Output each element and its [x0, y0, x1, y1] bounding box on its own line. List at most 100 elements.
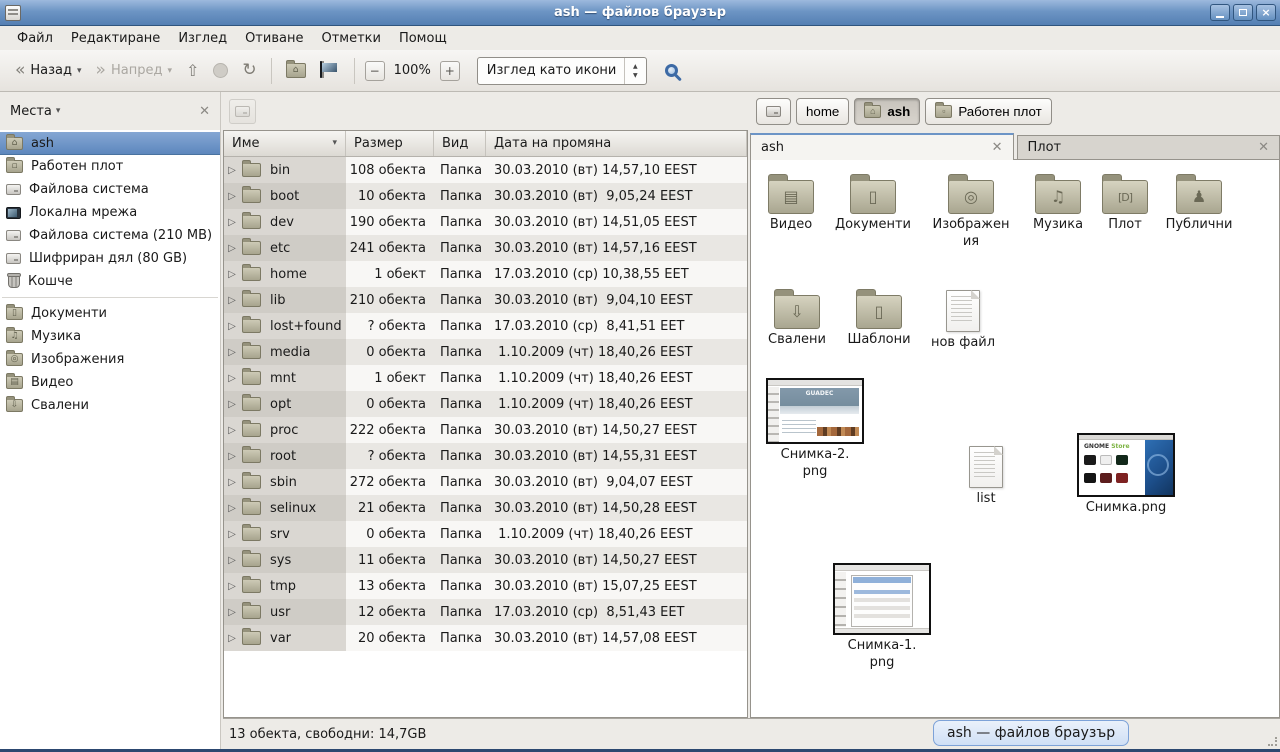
- table-row[interactable]: ▷lost+found? обектаПапка17.03.2010 (ср) …: [224, 313, 747, 339]
- tab-close-icon[interactable]: ✕: [992, 140, 1003, 155]
- home-button[interactable]: ⌂: [279, 59, 313, 82]
- table-row[interactable]: ▷boot10 обектаПапка30.03.2010 (вт) 9,05,…: [224, 183, 747, 209]
- expander-icon[interactable]: ▷: [224, 347, 240, 358]
- minimize-button[interactable]: [1210, 4, 1230, 21]
- stop-button[interactable]: [206, 59, 235, 82]
- sidebar-title[interactable]: Места: [10, 104, 52, 119]
- maximize-button[interactable]: [1233, 4, 1253, 21]
- sidebar-item-downloads[interactable]: ⇩Свалени: [0, 394, 220, 417]
- tab-Плот[interactable]: Плот✕: [1017, 135, 1280, 159]
- file-label: Документи: [835, 217, 911, 234]
- up-button[interactable]: ⇧: [179, 59, 206, 83]
- sidebar-item-drive[interactable]: Файлова система (210 MB): [0, 224, 220, 247]
- table-row[interactable]: ▷etc241 обектаПапка30.03.2010 (вт) 14,57…: [224, 235, 747, 261]
- root-path-button[interactable]: [229, 99, 256, 124]
- zoom-in-button[interactable]: +: [440, 61, 460, 81]
- search-icon[interactable]: [665, 64, 678, 77]
- sidebar-item-desktop[interactable]: ▫Работен плот: [0, 155, 220, 178]
- path-button-ash[interactable]: ⌂ash: [854, 98, 920, 125]
- file-icon-thumb-store[interactable]: GNOME StoreСнимка.png: [1078, 433, 1174, 517]
- expander-icon[interactable]: ▷: [224, 191, 240, 202]
- menu-item-bookmarks[interactable]: Отметки: [312, 29, 389, 48]
- combo-spinner-icon[interactable]: ▲▼: [624, 58, 646, 84]
- table-row[interactable]: ▷tmp13 обектаПапка30.03.2010 (вт) 15,07,…: [224, 573, 747, 599]
- table-row[interactable]: ▷lib210 обектаПапка30.03.2010 (вт) 9,04,…: [224, 287, 747, 313]
- table-row[interactable]: ▷dev190 обектаПапка30.03.2010 (вт) 14,51…: [224, 209, 747, 235]
- expander-icon[interactable]: ▷: [224, 555, 240, 566]
- chevron-down-icon[interactable]: ▾: [56, 106, 61, 116]
- table-row[interactable]: ▷bin108 обектаПапка30.03.2010 (вт) 14,57…: [224, 157, 747, 183]
- expander-icon[interactable]: ▷: [224, 607, 240, 618]
- expander-icon[interactable]: ▷: [224, 399, 240, 410]
- file-icon-document[interactable]: list: [938, 446, 1034, 508]
- expander-icon[interactable]: ▷: [224, 269, 240, 280]
- table-row[interactable]: ▷media0 обектаПапка 1.10.2009 (чт) 18,40…: [224, 339, 747, 365]
- file-icon-folder-template[interactable]: ▯Шаблони: [831, 287, 927, 349]
- table-row[interactable]: ▷sbin272 обектаПапка30.03.2010 (вт) 9,04…: [224, 469, 747, 495]
- file-icon-folder-document[interactable]: ▯Документи: [825, 172, 921, 234]
- column-header-name[interactable]: Име▾: [224, 131, 346, 156]
- expander-icon[interactable]: ▷: [224, 295, 240, 306]
- path-button-root[interactable]: [756, 98, 791, 125]
- sidebar-item-network[interactable]: Локална мрежа: [0, 201, 220, 224]
- expander-icon[interactable]: ▷: [224, 529, 240, 540]
- view-mode-select[interactable]: Изглед като икони ▲▼: [477, 57, 647, 85]
- path-button-Работен плот[interactable]: ▫Работен плот: [925, 98, 1051, 125]
- path-button-home[interactable]: home: [796, 98, 849, 125]
- sidebar-item-drive[interactable]: Файлова система: [0, 178, 220, 201]
- table-row[interactable]: ▷var20 обектаПапка30.03.2010 (вт) 14,57,…: [224, 625, 747, 651]
- sidebar-item-documents[interactable]: ▯Документи: [0, 302, 220, 325]
- tab-ash[interactable]: ash✕: [750, 133, 1014, 160]
- expander-icon[interactable]: ▷: [224, 451, 240, 462]
- sidebar-item-pictures[interactable]: ◎Изображения: [0, 348, 220, 371]
- expander-icon[interactable]: ▷: [224, 581, 240, 592]
- close-button[interactable]: ×: [1256, 4, 1276, 21]
- expander-icon[interactable]: ▷: [224, 425, 240, 436]
- expander-icon[interactable]: ▷: [224, 165, 240, 176]
- table-row[interactable]: ▷root? обектаПапка30.03.2010 (вт) 14,55,…: [224, 443, 747, 469]
- column-header-size[interactable]: Размер: [346, 131, 434, 156]
- table-row[interactable]: ▷usr12 обектаПапка17.03.2010 (ср) 8,51,4…: [224, 599, 747, 625]
- reload-button[interactable]: ↻: [235, 58, 263, 83]
- forward-button[interactable]: » Напред ▾: [89, 58, 179, 83]
- file-icon-folder-camera[interactable]: ◎Изображен ия: [923, 172, 1019, 251]
- expander-icon[interactable]: ▷: [224, 503, 240, 514]
- table-row[interactable]: ▷sys11 обектаПапка30.03.2010 (вт) 14,50,…: [224, 547, 747, 573]
- file-icon-thumb-guadec[interactable]: GUADECСнимка-2. png: [767, 378, 863, 481]
- expander-icon[interactable]: ▷: [224, 243, 240, 254]
- table-row[interactable]: ▷srv0 обектаПапка 1.10.2009 (чт) 18,40,2…: [224, 521, 747, 547]
- sidebar-item-music[interactable]: ♫Музика: [0, 325, 220, 348]
- expander-icon[interactable]: ▷: [224, 217, 240, 228]
- computer-button[interactable]: [313, 58, 347, 84]
- table-row[interactable]: ▷proc222 обектаПапка30.03.2010 (вт) 14,5…: [224, 417, 747, 443]
- back-button[interactable]: « Назад ▾: [8, 58, 89, 83]
- menu-item-go[interactable]: Отиване: [236, 29, 312, 48]
- back-dropdown-icon[interactable]: ▾: [77, 66, 82, 76]
- forward-dropdown-icon[interactable]: ▾: [167, 66, 172, 76]
- expander-icon[interactable]: ▷: [224, 373, 240, 384]
- file-icon-document[interactable]: нов файл: [915, 290, 1011, 352]
- menu-item-view[interactable]: Изглед: [169, 29, 236, 48]
- sidebar-item-trash[interactable]: Кошче: [0, 270, 220, 293]
- table-row[interactable]: ▷home1 обектПапка17.03.2010 (ср) 10,38,5…: [224, 261, 747, 287]
- expander-icon[interactable]: ▷: [224, 321, 240, 332]
- sidebar-item-drive[interactable]: Шифриран дял (80 GB): [0, 247, 220, 270]
- sidebar-item-video[interactable]: ▤Видео: [0, 371, 220, 394]
- menu-item-help[interactable]: Помощ: [390, 29, 456, 48]
- expander-icon[interactable]: ▷: [224, 633, 240, 644]
- file-icon-folder-person[interactable]: ♟Публични: [1151, 172, 1247, 234]
- expander-icon[interactable]: ▷: [224, 477, 240, 488]
- sidebar-item-home[interactable]: ⌂ash: [0, 132, 220, 155]
- tab-close-icon[interactable]: ✕: [1258, 140, 1269, 155]
- column-header-type[interactable]: Вид: [434, 131, 486, 156]
- file-icon-thumb-files[interactable]: Снимка-1. png: [834, 563, 930, 672]
- sidebar-close-icon[interactable]: ✕: [199, 104, 210, 119]
- table-row[interactable]: ▷opt0 обектаПапка 1.10.2009 (чт) 18,40,2…: [224, 391, 747, 417]
- table-row[interactable]: ▷mnt1 обектПапка 1.10.2009 (чт) 18,40,26…: [224, 365, 747, 391]
- menu-item-edit[interactable]: Редактиране: [62, 29, 169, 48]
- table-row[interactable]: ▷selinux21 обектаПапка30.03.2010 (вт) 14…: [224, 495, 747, 521]
- resize-grip[interactable]: [1268, 737, 1277, 746]
- menu-item-file[interactable]: Файл: [8, 29, 62, 48]
- zoom-out-button[interactable]: −: [365, 61, 385, 81]
- column-header-date[interactable]: Дата на промяна: [486, 131, 747, 156]
